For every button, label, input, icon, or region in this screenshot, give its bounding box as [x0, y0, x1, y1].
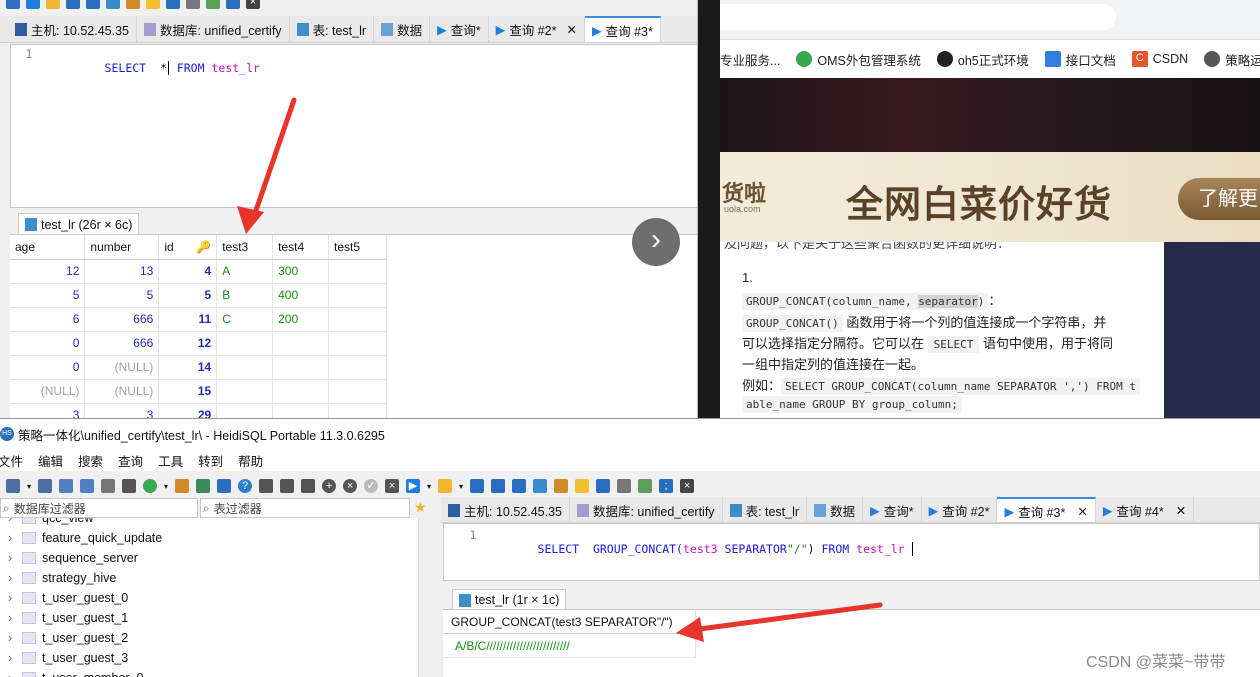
arrow-to-test3-column: [237, 97, 297, 234]
annotation-arrows: [237, 97, 883, 642]
csdn-watermark: CSDN @菜菜~带带: [1086, 654, 1226, 671]
arrow-to-result-header: [676, 602, 883, 642]
